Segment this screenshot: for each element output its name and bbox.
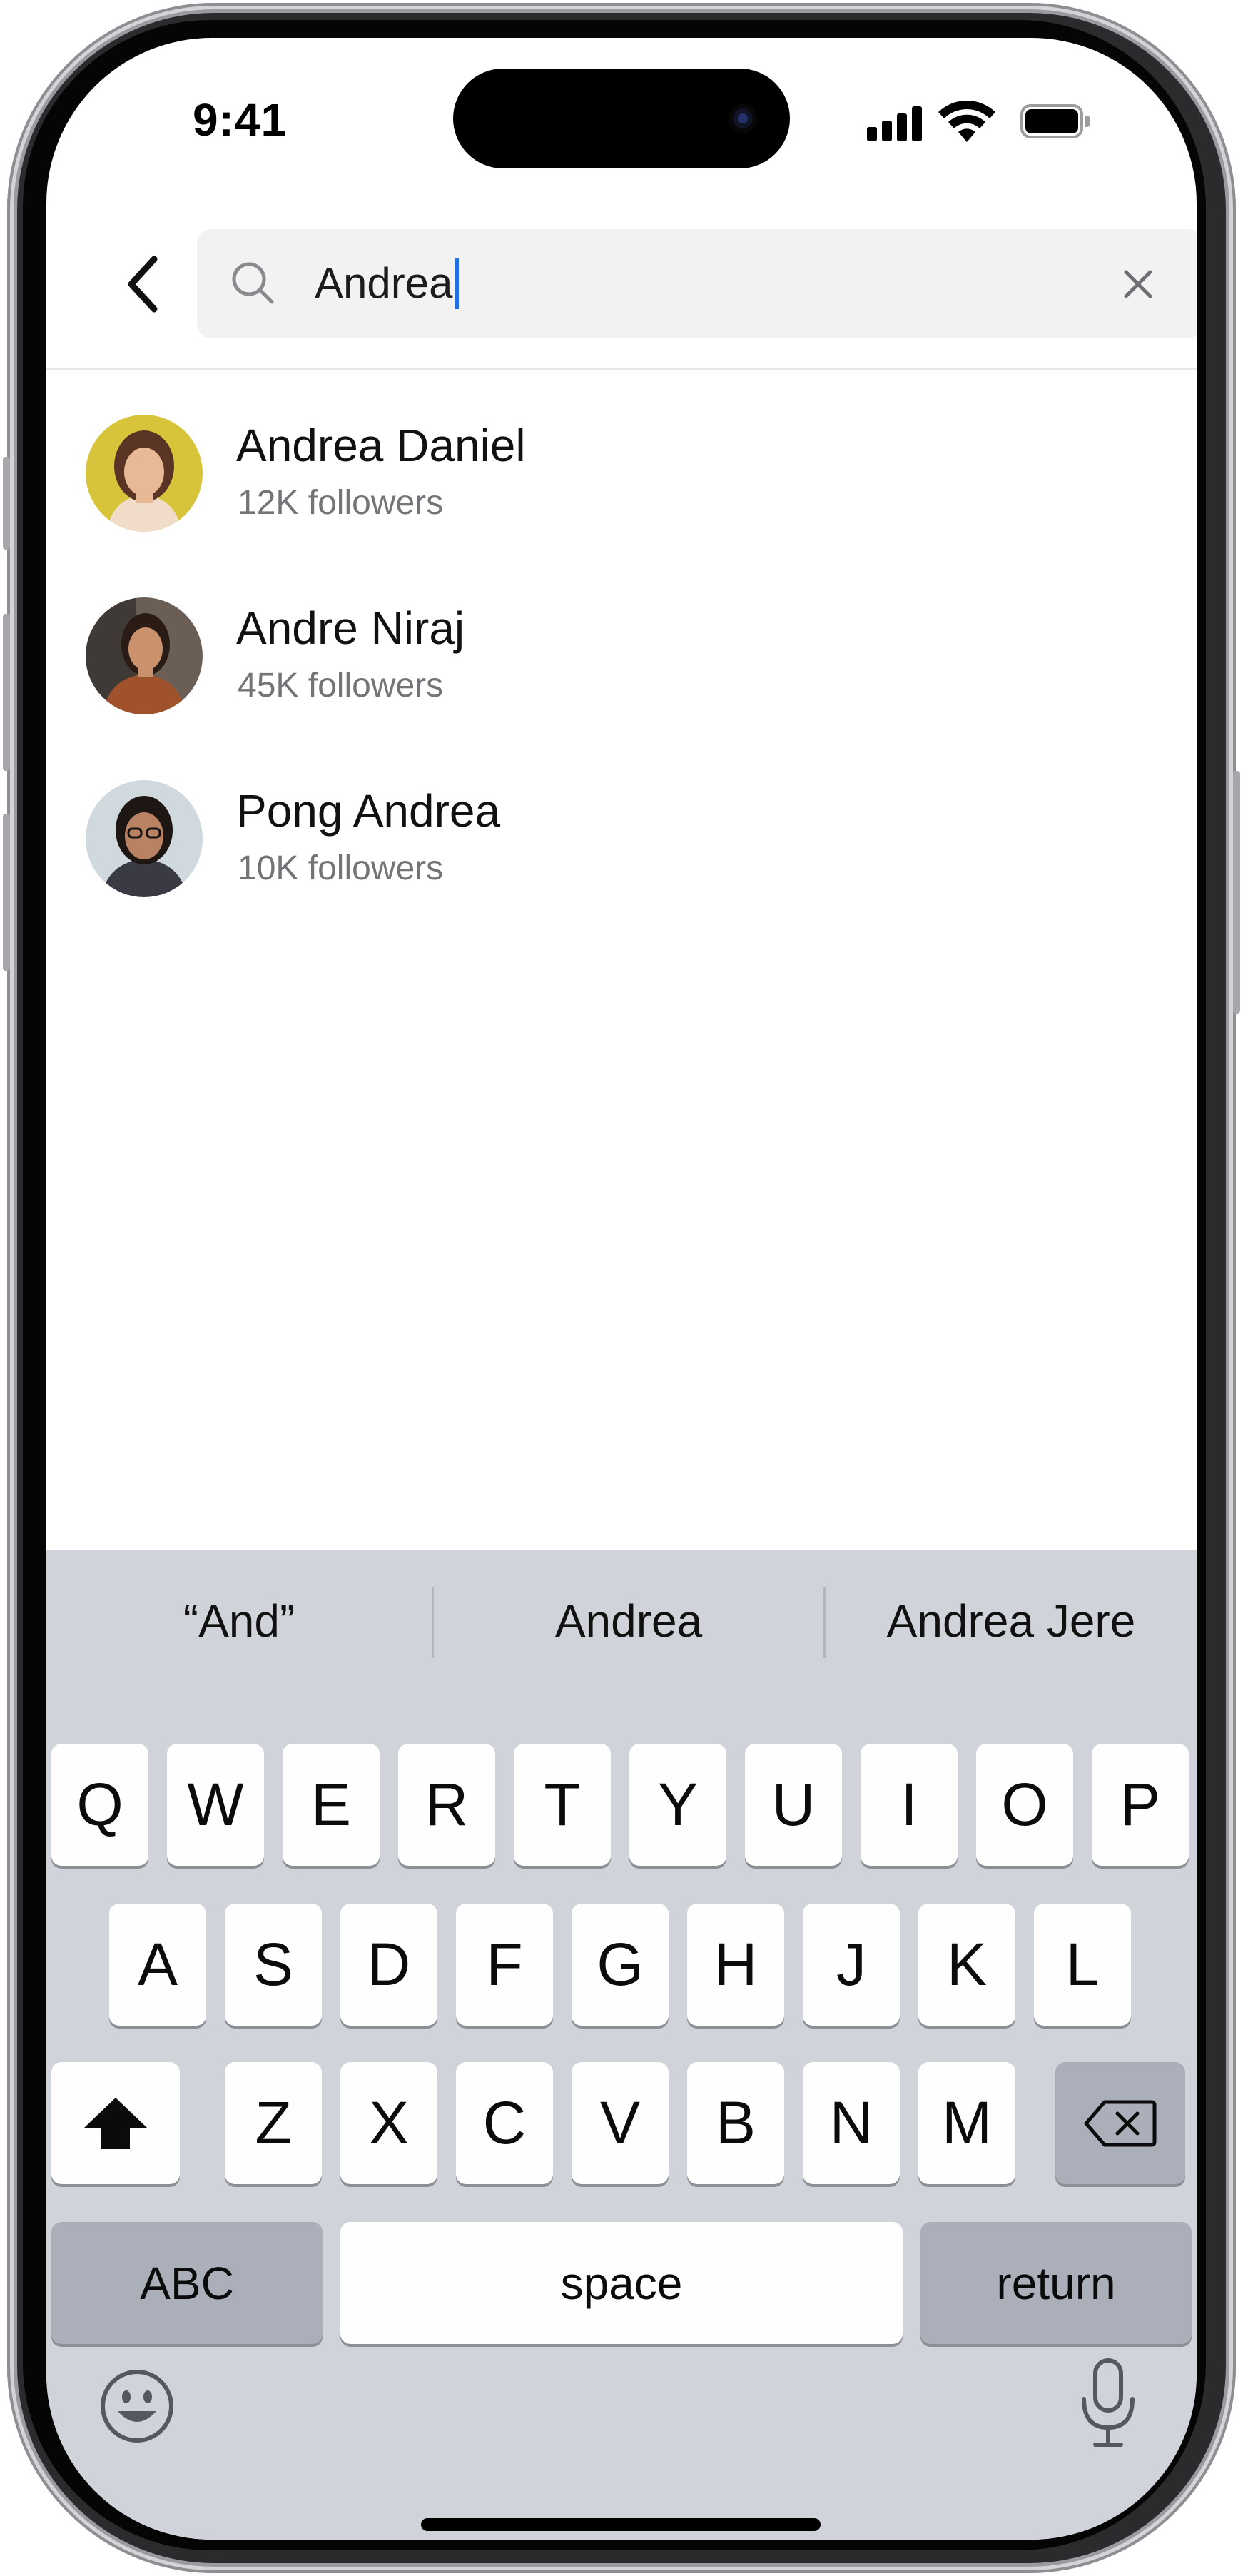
key-a[interactable]: A xyxy=(109,1904,206,2026)
key-l[interactable]: L xyxy=(1034,1904,1131,2026)
wifi-icon xyxy=(938,101,995,142)
key-y[interactable]: Y xyxy=(629,1744,726,1866)
key-z[interactable]: Z xyxy=(225,2062,322,2184)
emoji-icon[interactable] xyxy=(98,2367,176,2445)
key-w[interactable]: W xyxy=(167,1744,264,1866)
shift-icon xyxy=(84,2097,147,2149)
suggestion-2[interactable]: Andrea xyxy=(434,1582,823,1660)
suggestion-3[interactable]: Andrea Jere xyxy=(826,1582,1197,1660)
result-followers: 10K followers xyxy=(238,849,444,887)
key-t[interactable]: T xyxy=(514,1744,611,1866)
result-name: Andre Niraj xyxy=(236,602,465,654)
side-button-power xyxy=(1233,771,1240,1014)
cellular-signal-icon xyxy=(867,106,924,141)
search-result-item[interactable]: Andrea Daniel 12K followers xyxy=(46,415,1197,557)
key-u[interactable]: U xyxy=(745,1744,842,1866)
space-key[interactable]: space xyxy=(340,2222,903,2344)
result-followers: 45K followers xyxy=(238,667,444,704)
key-k[interactable]: K xyxy=(918,1904,1015,2026)
search-result-item[interactable]: Pong Andrea 10K followers xyxy=(46,780,1197,923)
front-camera-icon xyxy=(729,104,757,133)
key-s[interactable]: S xyxy=(225,1904,322,2026)
key-v[interactable]: V xyxy=(572,2062,669,2184)
search-icon xyxy=(232,262,274,304)
avatar xyxy=(86,780,203,897)
key-r[interactable]: R xyxy=(398,1744,495,1866)
key-f[interactable]: F xyxy=(456,1904,553,2026)
status-time: 9:41 xyxy=(193,94,288,146)
key-b[interactable]: B xyxy=(687,2062,784,2184)
key-x[interactable]: X xyxy=(340,2062,437,2184)
dynamic-island xyxy=(453,69,790,168)
delete-key[interactable] xyxy=(1055,2062,1185,2184)
suggestion-1[interactable]: “And” xyxy=(46,1582,432,1660)
side-button-volume-down xyxy=(3,814,10,971)
key-q[interactable]: Q xyxy=(51,1744,148,1866)
back-chevron-icon[interactable] xyxy=(107,245,186,323)
key-e[interactable]: E xyxy=(283,1744,380,1866)
key-p[interactable]: P xyxy=(1092,1744,1189,1866)
key-n[interactable]: N xyxy=(803,2062,900,2184)
home-indicator[interactable] xyxy=(421,2518,821,2531)
result-name: Pong Andrea xyxy=(236,785,501,837)
key-i[interactable]: I xyxy=(861,1744,958,1866)
key-d[interactable]: D xyxy=(340,1904,437,2026)
key-c[interactable]: C xyxy=(456,2062,553,2184)
return-key[interactable]: return xyxy=(920,2222,1192,2344)
key-j[interactable]: J xyxy=(803,1904,900,2026)
side-button-volume-up xyxy=(3,614,10,771)
clear-search-icon[interactable] xyxy=(1116,262,1160,306)
search-result-item[interactable]: Andre Niraj 45K followers xyxy=(46,597,1197,740)
header-divider xyxy=(46,368,1197,370)
shift-key[interactable] xyxy=(51,2062,180,2184)
key-g[interactable]: G xyxy=(572,1904,669,2026)
search-query-text: Andrea xyxy=(315,259,453,307)
search-input[interactable]: Andrea xyxy=(315,256,460,310)
text-cursor xyxy=(455,258,460,309)
key-o[interactable]: O xyxy=(976,1744,1073,1866)
microphone-icon[interactable] xyxy=(1074,2356,1142,2449)
result-followers: 12K followers xyxy=(238,484,444,522)
search-bar[interactable]: Andrea xyxy=(197,229,1197,338)
key-h[interactable]: H xyxy=(687,1904,784,2026)
avatar xyxy=(86,415,203,532)
abc-key[interactable]: ABC xyxy=(51,2222,323,2344)
backspace-icon xyxy=(1084,2100,1157,2146)
keyboard: “And” Andrea Andrea Jere Q W E R T Y U I… xyxy=(46,1550,1197,2540)
screen: 9:41 Andrea Andrea Daniel 12K followers … xyxy=(46,38,1197,2540)
result-name: Andrea Daniel xyxy=(236,420,526,471)
avatar xyxy=(86,597,203,714)
battery-icon xyxy=(1020,104,1090,138)
side-button-silent xyxy=(3,457,10,550)
key-m[interactable]: M xyxy=(918,2062,1015,2184)
